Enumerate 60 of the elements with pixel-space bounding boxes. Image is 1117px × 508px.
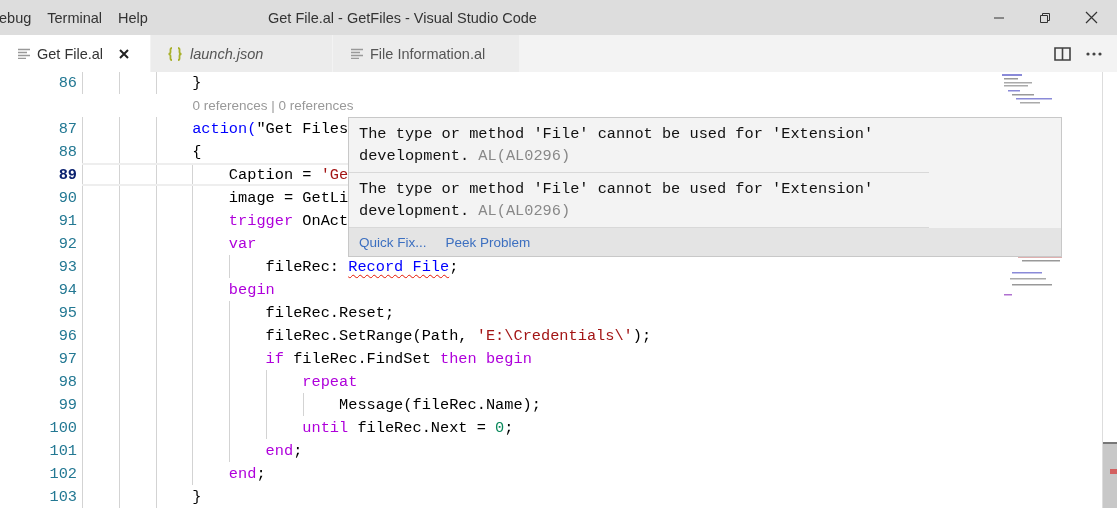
code-line: end; <box>264 441 303 460</box>
code-line: end; <box>227 464 266 483</box>
code-line: action("Get Files <box>191 119 349 138</box>
line-number: 97 <box>57 349 77 368</box>
code-line: trigger OnAct <box>227 211 349 230</box>
code-line: fileRec.SetRange(Path, 'E:\Credentials\'); <box>264 326 652 345</box>
line-number: 90 <box>57 188 77 207</box>
line-number: 103 <box>48 487 77 506</box>
line-number: 93 <box>57 257 77 276</box>
scrollbar-thumb[interactable] <box>1103 442 1117 508</box>
line-number: 92 <box>57 234 77 253</box>
braces-icon <box>167 46 183 61</box>
code-line: } <box>191 73 202 92</box>
tab-label: Get File.al <box>37 45 104 62</box>
code-line: if fileRec.FindSet then begin <box>264 349 532 368</box>
close-icon[interactable] <box>119 48 130 59</box>
menu-item[interactable]: Help <box>118 9 158 26</box>
line-number: 96 <box>57 326 77 345</box>
code-line: Message(fileRec.Name); <box>338 395 541 414</box>
code-line: fileRec.Reset; <box>264 303 395 322</box>
code-line: } <box>191 487 202 506</box>
scrollbar[interactable] <box>1102 72 1117 508</box>
more-icon[interactable] <box>1086 51 1102 56</box>
tab-label: launch.json <box>190 45 264 62</box>
hover-action-link[interactable]: Quick Fix... <box>359 234 427 250</box>
line-number: 102 <box>48 464 77 483</box>
code-line: fileRec: Record File; <box>264 257 459 276</box>
close-icon[interactable] <box>1085 11 1098 24</box>
line-number: 86 <box>57 73 77 92</box>
line-number: 100 <box>48 418 77 437</box>
tab-label: File Information.al <box>370 45 486 62</box>
split-editor-icon[interactable] <box>1054 46 1071 61</box>
menu-item[interactable]: Terminal <box>47 9 113 26</box>
window-title: Get File.al - GetFiles - Visual Studio Code <box>268 9 537 26</box>
line-number: 95 <box>57 303 77 322</box>
code-line: begin <box>227 280 275 299</box>
line-number: 94 <box>57 280 77 299</box>
editor-tab[interactable]: launch.json <box>151 35 332 72</box>
hover-action-link[interactable]: Peek Problem <box>445 234 531 250</box>
file-lines-icon <box>18 48 30 59</box>
line-number: 89 <box>57 165 77 184</box>
code-line: Caption = 'Ge <box>227 165 349 184</box>
menu-item[interactable]: ebug <box>0 9 42 26</box>
line-number: 101 <box>48 441 77 460</box>
code-line: { <box>191 142 202 161</box>
problem-message: The type or method 'File' cannot be used for 'Extension' development. AL(AL0296) <box>349 118 929 173</box>
code-line: image = GetLi <box>227 188 349 207</box>
error-marker <box>1110 469 1117 474</box>
line-number: 88 <box>57 142 77 161</box>
line-number: 87 <box>57 119 77 138</box>
line-number: 91 <box>57 211 77 230</box>
file-lines-icon <box>351 48 363 59</box>
code-line: repeat <box>301 372 358 391</box>
editor-tab[interactable]: Get File.al <box>0 35 150 72</box>
line-number: 99 <box>57 395 77 414</box>
restore-icon[interactable] <box>1039 11 1051 24</box>
line-number: 98 <box>57 372 77 391</box>
code-line: until fileRec.Next = 0; <box>301 418 514 437</box>
editor-tab[interactable]: File Information.al <box>333 35 520 72</box>
code-line: var <box>227 234 257 253</box>
